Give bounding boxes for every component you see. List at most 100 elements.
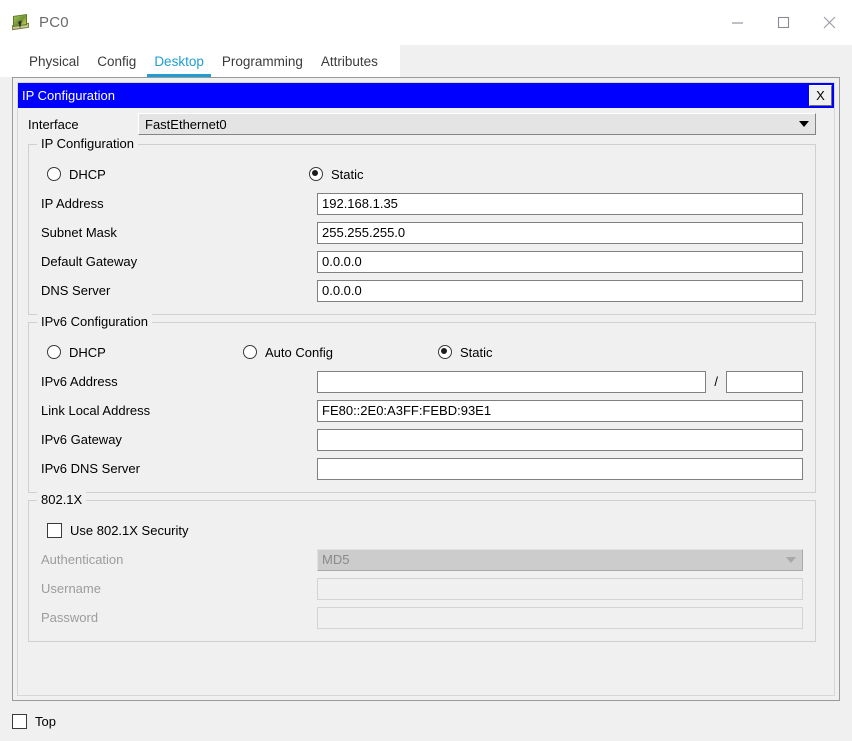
panel-close-label: X [816, 88, 825, 103]
ipv4-subnet-mask-row: Subnet Mask 255.255.255.0 [29, 218, 815, 247]
pc0-window: PC0 Physical Config Desktop Programming … [0, 0, 852, 741]
ipv6-gateway-row: IPv6 Gateway [29, 425, 815, 454]
tab-config-label: Config [97, 53, 137, 69]
bottom-bar: Top [0, 701, 852, 741]
desktop-content-area: IP Configuration X Interface FastEtherne… [12, 77, 840, 701]
dot1x-authentication-value: MD5 [322, 552, 350, 567]
ipv4-group-legend: IP Configuration [37, 136, 138, 151]
dot1x-password-row: Password [29, 603, 815, 632]
ipv4-dns-server-value: 0.0.0.0 [322, 283, 362, 298]
ipv6-prefix-input[interactable] [726, 370, 803, 393]
ipv4-dhcp-radio[interactable]: DHCP [47, 167, 309, 182]
dot1x-use-security-row: Use 802.1X Security [29, 515, 815, 545]
ipv6-dns-server-row: IPv6 DNS Server [29, 454, 815, 483]
radio-unchecked-icon [47, 167, 61, 181]
ipv4-mode-row: DHCP Static [29, 159, 815, 189]
ipv4-subnet-mask-value: 255.255.255.0 [322, 225, 406, 240]
ipv6-link-local-row: Link Local Address FE80::2E0:A3FF:FEBD:9… [29, 396, 815, 425]
dot1x-authentication-dropdown: MD5 [317, 548, 803, 571]
tab-attributes-label: Attributes [320, 53, 378, 69]
checkbox-unchecked-icon [12, 713, 27, 729]
ipv4-default-gateway-row: Default Gateway 0.0.0.0 [29, 247, 815, 276]
dot1x-password-input [317, 606, 803, 629]
ipv6-mode-row: DHCP Auto Config Static [29, 337, 815, 367]
close-icon[interactable] [806, 0, 852, 45]
radio-checked-icon [309, 167, 323, 181]
interface-label: Interface [28, 116, 79, 132]
tab-desktop[interactable]: Desktop [145, 45, 213, 77]
chevron-down-icon [786, 556, 796, 563]
ipv6-gateway-input[interactable] [317, 428, 803, 451]
radio-unchecked-icon [243, 345, 257, 359]
ipv6-link-local-input[interactable]: FE80::2E0:A3FF:FEBD:93E1 [317, 399, 803, 422]
ipv6-dhcp-radio[interactable]: DHCP [47, 345, 243, 360]
top-checkbox[interactable]: Top [12, 713, 56, 729]
window-titlebar: PC0 [0, 0, 852, 45]
ipv4-dns-server-label: DNS Server [41, 283, 111, 298]
ipv4-ip-address-input[interactable]: 192.168.1.35 [317, 192, 803, 215]
interface-dropdown[interactable]: FastEthernet0 [138, 113, 816, 135]
tab-bar: Physical Config Desktop Programming Attr… [0, 45, 852, 77]
tab-programming[interactable]: Programming [213, 45, 312, 77]
titlebar-left: PC0 [0, 12, 69, 34]
ipv4-default-gateway-label: Default Gateway [41, 254, 138, 269]
ipv4-ip-address-value: 192.168.1.35 [322, 196, 398, 211]
ipv4-subnet-mask-input[interactable]: 255.255.255.0 [317, 221, 803, 244]
ipv6-link-local-value: FE80::2E0:A3FF:FEBD:93E1 [322, 403, 492, 418]
ipv6-address-input[interactable] [317, 370, 707, 393]
ipv4-dhcp-label: DHCP [69, 166, 106, 182]
ipv4-dns-server-input[interactable]: 0.0.0.0 [317, 279, 803, 302]
ipv6-dns-server-input[interactable] [317, 457, 803, 480]
panel-close-button[interactable]: X [809, 85, 832, 106]
tab-list: Physical Config Desktop Programming Attr… [0, 45, 387, 77]
dot1x-use-security-label: Use 802.1X Security [70, 522, 189, 538]
ipv6-address-row: IPv6 Address / [29, 367, 815, 396]
ip-configuration-panel: IP Configuration X Interface FastEtherne… [17, 82, 835, 696]
ipv4-ip-address-row: IP Address 192.168.1.35 [29, 189, 815, 218]
tab-attributes[interactable]: Attributes [312, 45, 387, 77]
ipv4-default-gateway-input[interactable]: 0.0.0.0 [317, 250, 803, 273]
tab-physical[interactable]: Physical [20, 45, 88, 77]
dot1x-authentication-row: Authentication MD5 [29, 545, 815, 574]
ipv6-address-group: / [317, 370, 803, 393]
interface-dropdown-value: FastEthernet0 [145, 116, 227, 132]
ipv6-prefix-separator: / [714, 374, 718, 389]
window-title: PC0 [39, 14, 69, 31]
dot1x-group-legend: 802.1X [37, 492, 87, 507]
tab-desktop-label: Desktop [154, 53, 204, 69]
radio-checked-icon [438, 345, 452, 359]
tab-programming-label: Programming [221, 53, 303, 69]
ipv6-address-label: IPv6 Address [41, 374, 118, 389]
minimize-icon[interactable] [714, 0, 760, 45]
top-checkbox-label: Top [35, 713, 56, 729]
dot1x-username-label: Username [41, 581, 101, 596]
radio-unchecked-icon [47, 345, 61, 359]
panel-caption-bar: IP Configuration X [18, 83, 834, 108]
window-controls [714, 0, 852, 45]
ipv6-static-radio[interactable]: Static [438, 345, 493, 360]
ipv4-static-label: Static [331, 166, 364, 182]
dot1x-authentication-label: Authentication [41, 552, 124, 567]
ipv4-ip-address-label: IP Address [41, 196, 104, 211]
checkbox-unchecked-icon [47, 522, 62, 538]
ipv4-default-gateway-value: 0.0.0.0 [322, 254, 362, 269]
ipv6-auto-config-label: Auto Config [265, 344, 333, 360]
tab-config[interactable]: Config [88, 45, 145, 77]
ipv6-auto-config-radio[interactable]: Auto Config [243, 345, 438, 360]
pc-device-icon [10, 12, 32, 34]
dot1x-username-input [317, 577, 803, 600]
tab-physical-label: Physical [29, 53, 80, 69]
chevron-down-icon [799, 121, 809, 127]
panel-title: IP Configuration [22, 88, 115, 103]
ipv4-dns-server-row: DNS Server 0.0.0.0 [29, 276, 815, 305]
ipv6-static-label: Static [460, 344, 493, 360]
ipv4-subnet-mask-label: Subnet Mask [41, 225, 117, 240]
dot1x-username-row: Username [29, 574, 815, 603]
maximize-icon[interactable] [760, 0, 806, 45]
ipv4-configuration-group: IP Configuration DHCP Static IP Address … [28, 136, 816, 315]
ipv6-gateway-label: IPv6 Gateway [41, 432, 122, 447]
dot1x-group: 802.1X Use 802.1X Security Authenticatio… [28, 492, 816, 642]
ipv4-static-radio[interactable]: Static [309, 167, 364, 182]
dot1x-password-label: Password [41, 610, 99, 625]
dot1x-use-security-checkbox[interactable]: Use 802.1X Security [47, 522, 189, 538]
